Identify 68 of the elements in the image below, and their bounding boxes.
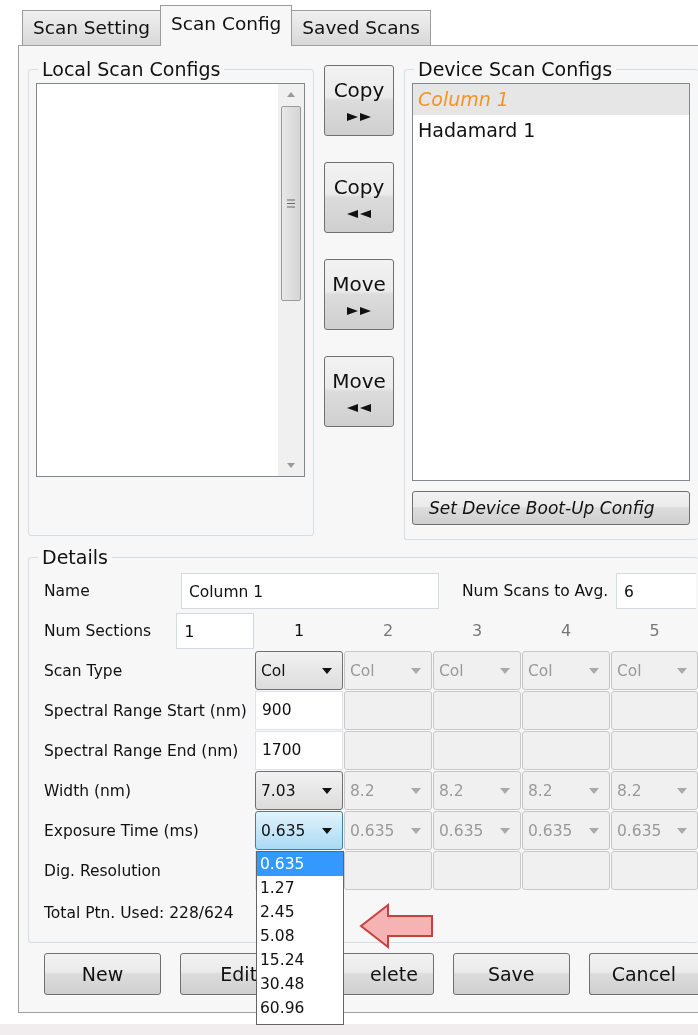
scans-field[interactable]: 6 [616, 573, 696, 609]
action-button[interactable]: Save [452, 953, 570, 995]
double-left-arrow-icon [347, 402, 371, 414]
dropdown[interactable]: 7.03 [255, 771, 343, 810]
caret-icon [322, 667, 332, 674]
transfer-button[interactable]: Copy [324, 65, 394, 136]
caret-icon [677, 827, 687, 834]
transfer-button[interactable]: Move [324, 259, 394, 330]
dropdown-list[interactable]: 0.635 1.27 2.45 5.08 15.24 30.48 60.96 [256, 851, 344, 1025]
dropdown-option[interactable]: 60.96 [257, 996, 343, 1020]
boot-config-button[interactable]: Set Device Boot-Up Config [412, 491, 690, 525]
transfer-button[interactable]: Move [324, 356, 394, 427]
transfer-button[interactable]: Copy [324, 162, 394, 233]
column-header: 5 [648, 621, 661, 640]
column-header: 1 [292, 621, 306, 640]
double-right-arrow-icon [347, 111, 371, 123]
list-box[interactable] [36, 83, 305, 477]
column-header: 4 [559, 621, 573, 640]
action-button[interactable]: Cancel [588, 953, 698, 995]
tab[interactable]: Scan Setting [22, 10, 162, 45]
caret-icon [500, 787, 510, 794]
dropdown-option[interactable]: 5.08 [257, 924, 343, 948]
dropdown-option[interactable]: 1.27 [257, 876, 343, 900]
field-label: Num Sections [43, 621, 153, 640]
total-points-text: Total Ptn. Used: 228/624 [44, 904, 234, 922]
group-title: Device Scan Configs [417, 58, 614, 80]
caret-icon [411, 787, 421, 794]
list-box[interactable]: Column 1 Hadamard 1 [412, 83, 690, 481]
scroll-down-icon [286, 462, 296, 470]
tab[interactable]: Saved Scans [291, 10, 431, 45]
list-item[interactable]: Hadamard 1 [413, 115, 689, 146]
field-label: Spectral Range End (nm) [43, 741, 240, 760]
double-right-arrow-icon [347, 305, 371, 317]
caret-icon [500, 827, 510, 834]
input-field[interactable]: 1700 [255, 731, 343, 770]
tab[interactable]: Scan Config [160, 5, 293, 46]
action-button[interactable]: New [44, 953, 162, 995]
group-title: Details [41, 546, 109, 568]
dropdown[interactable]: Col [255, 651, 343, 690]
scroll-up-icon [286, 90, 296, 98]
field-label: Spectral Range Start (nm) [43, 701, 248, 720]
caret-icon [589, 827, 599, 834]
field-label: Exposure Time (ms) [43, 821, 200, 840]
sections-field[interactable]: 1 [176, 612, 254, 649]
column-header: 2 [381, 621, 395, 640]
caret-icon [589, 787, 599, 794]
caret-icon [411, 827, 421, 834]
field-label: Num Scans to Avg. [462, 582, 610, 600]
caret-icon [500, 667, 510, 674]
name-field[interactable]: Column 1 [181, 573, 439, 609]
field-label: Dig. Resolution [43, 861, 162, 880]
grip-icon [287, 199, 295, 208]
dropdown-option[interactable]: 2.45 [257, 900, 343, 924]
caret-icon [322, 827, 332, 834]
scroll-thumb[interactable] [281, 106, 301, 301]
caret-icon [589, 667, 599, 674]
caret-icon [322, 787, 332, 794]
double-left-arrow-icon [347, 208, 371, 220]
group-title: Local Scan Configs [41, 58, 222, 80]
column-header: 3 [470, 621, 484, 640]
scrollbar[interactable] [278, 84, 304, 476]
input-field[interactable]: 900 [255, 691, 343, 730]
caret-icon [411, 667, 421, 674]
field-label: Scan Type [43, 661, 124, 680]
caret-icon [677, 667, 687, 674]
field-label: Width (nm) [43, 781, 132, 800]
field-label: Name [43, 582, 91, 600]
caret-icon [677, 787, 687, 794]
